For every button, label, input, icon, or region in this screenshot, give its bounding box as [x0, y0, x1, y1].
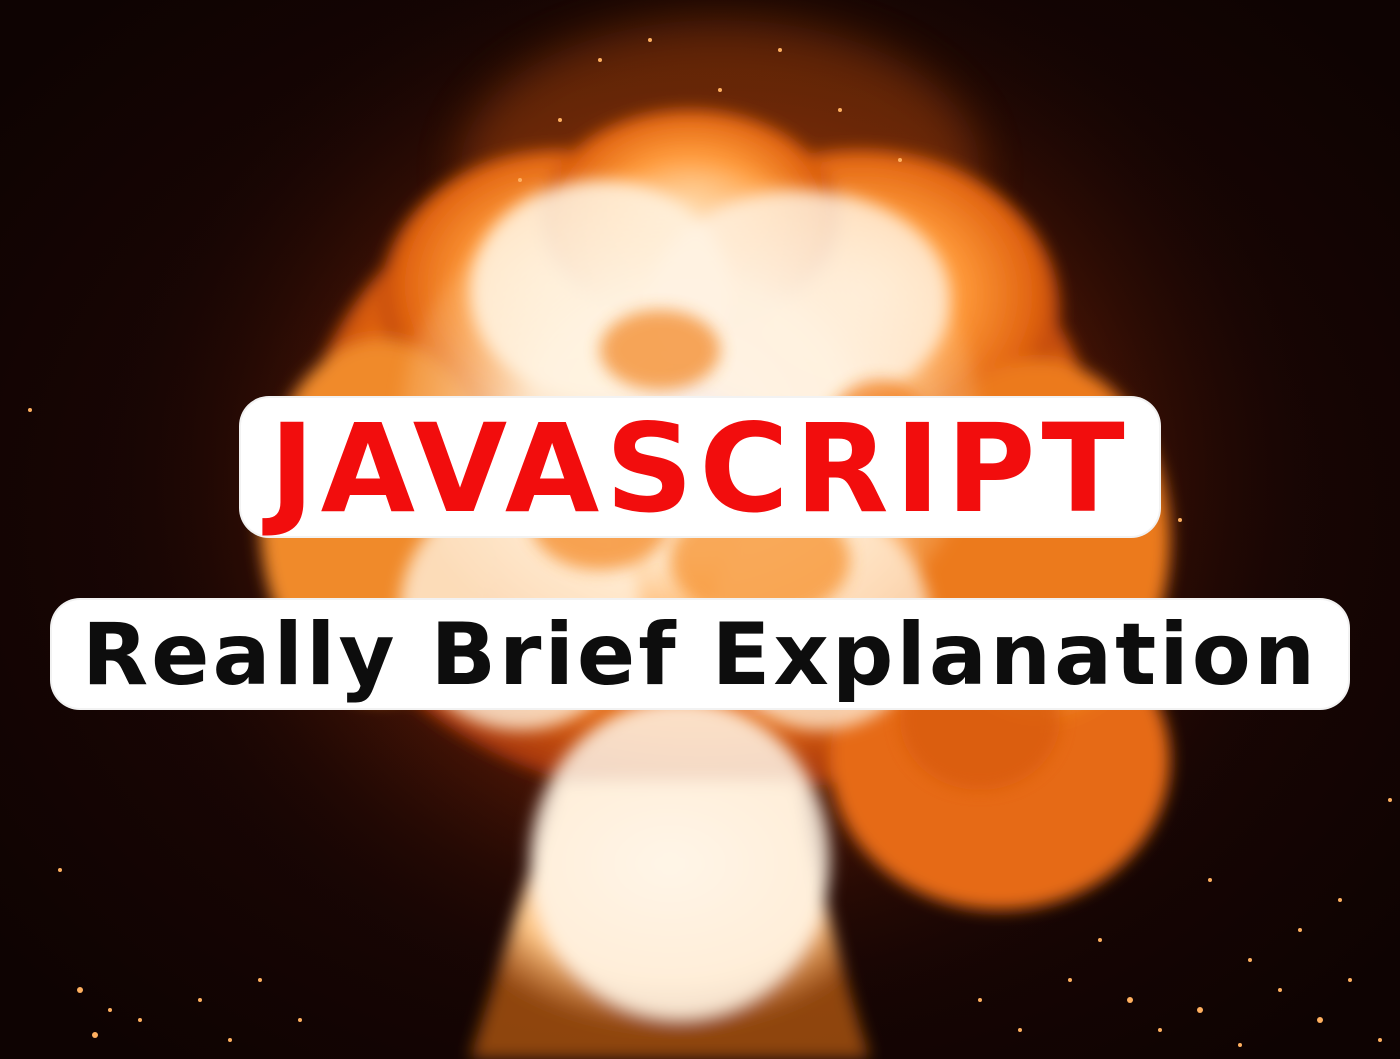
thumbnail-canvas: JAVASCRIPT Really Brief Explanation — [0, 0, 1400, 1059]
explosion-illustration — [28, 0, 1392, 1059]
